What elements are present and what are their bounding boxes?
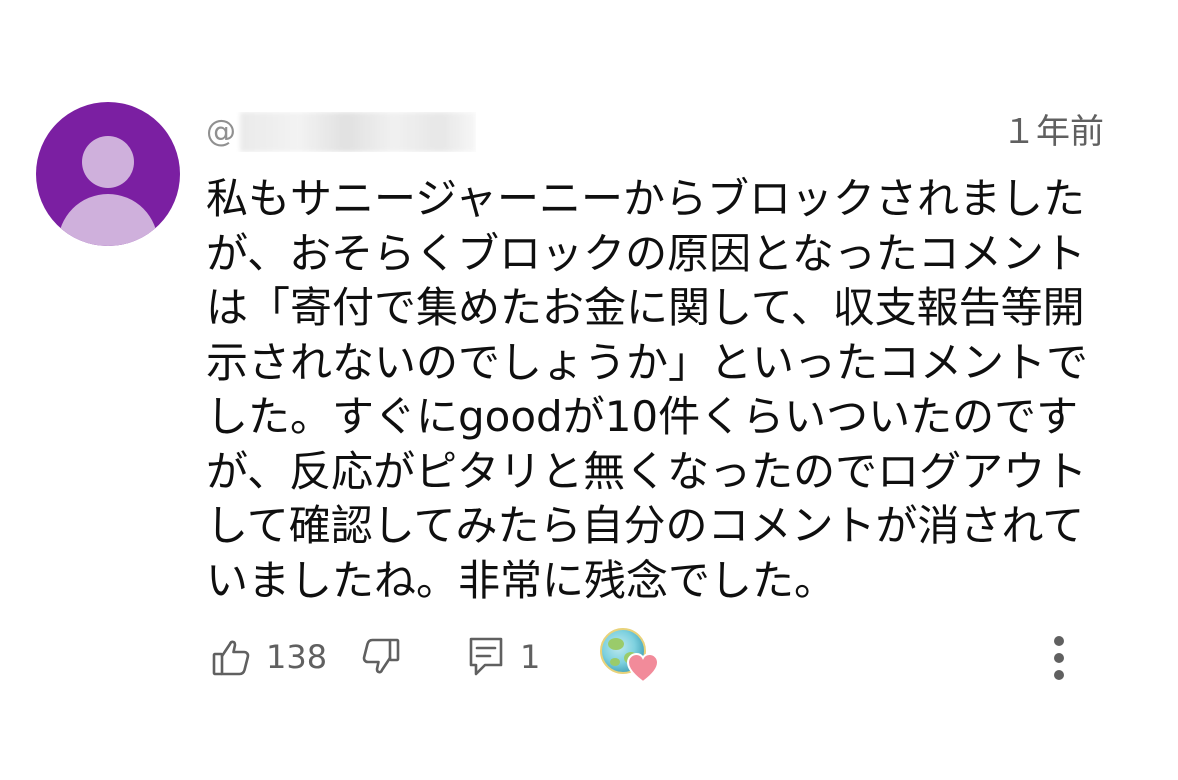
comment-text-line: が、おそらくブロックの原因となったコメント <box>206 228 1086 278</box>
author-handle[interactable]: @ <box>206 112 476 152</box>
more-dot <box>1054 636 1064 646</box>
comment-text-line: は「寄付で集めたお金に関して、収支報告等開 <box>206 283 1085 332</box>
creator-avatar-land <box>610 658 620 666</box>
reply-count: 1 <box>520 638 541 676</box>
comment-text: 私もサニージャーニーからブロックされました が、おそらくブロックの原因となったコ… <box>206 172 1106 608</box>
author-handle-redacted <box>240 112 476 152</box>
more-options-button[interactable] <box>1042 630 1078 686</box>
comment-text-line: が、反応がピタリと無くなったのでログアウト <box>206 446 1088 496</box>
creator-heart-icon <box>626 652 660 688</box>
avatar-shoulders <box>58 194 158 246</box>
more-dot <box>1054 670 1064 680</box>
thumbs-down-icon <box>362 637 400 677</box>
author-handle-prefix: @ <box>206 114 236 149</box>
like-count: 138 <box>266 638 328 676</box>
comment-text-line: 示されないのでしょうか」といったコメントで <box>206 337 1089 387</box>
comment-text-line: した。すぐにgoodが10件くらいついたのです <box>206 392 1079 441</box>
creator-avatar-land <box>608 638 624 650</box>
more-dot <box>1054 653 1064 663</box>
thumbs-up-icon <box>212 637 250 677</box>
avatar[interactable] <box>36 102 180 246</box>
avatar-head <box>82 136 134 188</box>
comment-text-line: 私もサニージャーニーからブロックされました <box>206 174 1086 223</box>
creator-heart-badge[interactable] <box>600 628 662 690</box>
dislike-button[interactable] <box>362 624 400 690</box>
reply-comment-icon <box>468 636 504 678</box>
comment-text-line: して確認してみたら自分のコメントが消されて <box>206 501 1085 550</box>
comment-actions: 138 1 <box>206 624 1106 690</box>
like-button[interactable]: 138 <box>212 624 327 690</box>
comment-text-line: いましたね。非常に残念でした。 <box>206 555 837 605</box>
comment-item: @ １年前 私もサニージャーニーからブロックされました が、おそらくブロックの原… <box>0 0 1178 780</box>
comment-timestamp[interactable]: １年前 <box>1002 110 1104 154</box>
reply-button[interactable]: 1 <box>468 624 540 690</box>
